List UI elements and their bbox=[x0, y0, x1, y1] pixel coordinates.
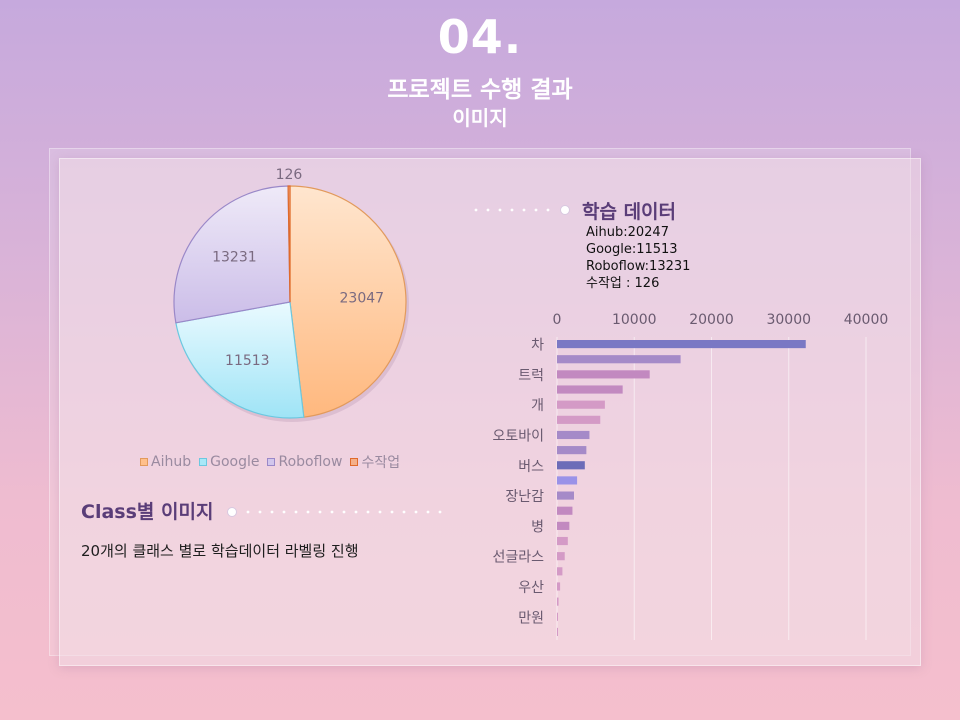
category-label: 선글라스 bbox=[492, 550, 544, 566]
bar-9 bbox=[557, 461, 585, 470]
bar-19 bbox=[557, 612, 558, 621]
category-label: 장난감 bbox=[505, 489, 544, 505]
bar-1 bbox=[557, 340, 806, 349]
dotted-connector-left bbox=[227, 507, 442, 517]
bar-4 bbox=[557, 385, 623, 394]
bar-7 bbox=[557, 430, 590, 440]
x-tick-label: 0 bbox=[553, 312, 562, 328]
bar-16 bbox=[557, 567, 563, 576]
bar-13 bbox=[557, 521, 570, 530]
bar-2 bbox=[557, 355, 681, 364]
bar-8 bbox=[557, 446, 587, 455]
x-tick-label: 20000 bbox=[689, 312, 734, 328]
bar-18 bbox=[557, 597, 559, 606]
bar-11 bbox=[557, 491, 574, 500]
bar-20 bbox=[557, 627, 558, 636]
bar-17 bbox=[557, 582, 561, 591]
category-label: 차 bbox=[531, 338, 544, 354]
x-tick-label: 10000 bbox=[612, 312, 657, 328]
class-images-title: Class별 이미지 bbox=[81, 501, 214, 523]
x-tick-label: 40000 bbox=[844, 312, 889, 328]
bar-6 bbox=[557, 415, 601, 424]
category-label: 오토바이 bbox=[492, 428, 544, 444]
bar-12 bbox=[557, 506, 573, 515]
bar-10 bbox=[557, 476, 578, 485]
category-label: 트럭 bbox=[518, 368, 544, 384]
category-label: 버스 bbox=[518, 459, 544, 475]
category-label: 병 bbox=[531, 519, 544, 535]
bar-15 bbox=[557, 552, 565, 561]
bar-3 bbox=[557, 370, 650, 379]
class-bar-chart: 0 10000 20000 30000 40000 차트럭개오토바이버스장난감병선글라스우… bbox=[492, 312, 889, 640]
class-images-description: 20개의 클래스 별로 학습데이터 라벨링 진행 bbox=[81, 542, 359, 560]
bar-5 bbox=[557, 400, 605, 409]
bar-14 bbox=[557, 536, 568, 546]
category-label: 만원 bbox=[518, 610, 544, 626]
x-tick-label: 30000 bbox=[766, 312, 811, 328]
category-label: 개 bbox=[531, 398, 544, 414]
category-label: 우산 bbox=[518, 580, 544, 596]
